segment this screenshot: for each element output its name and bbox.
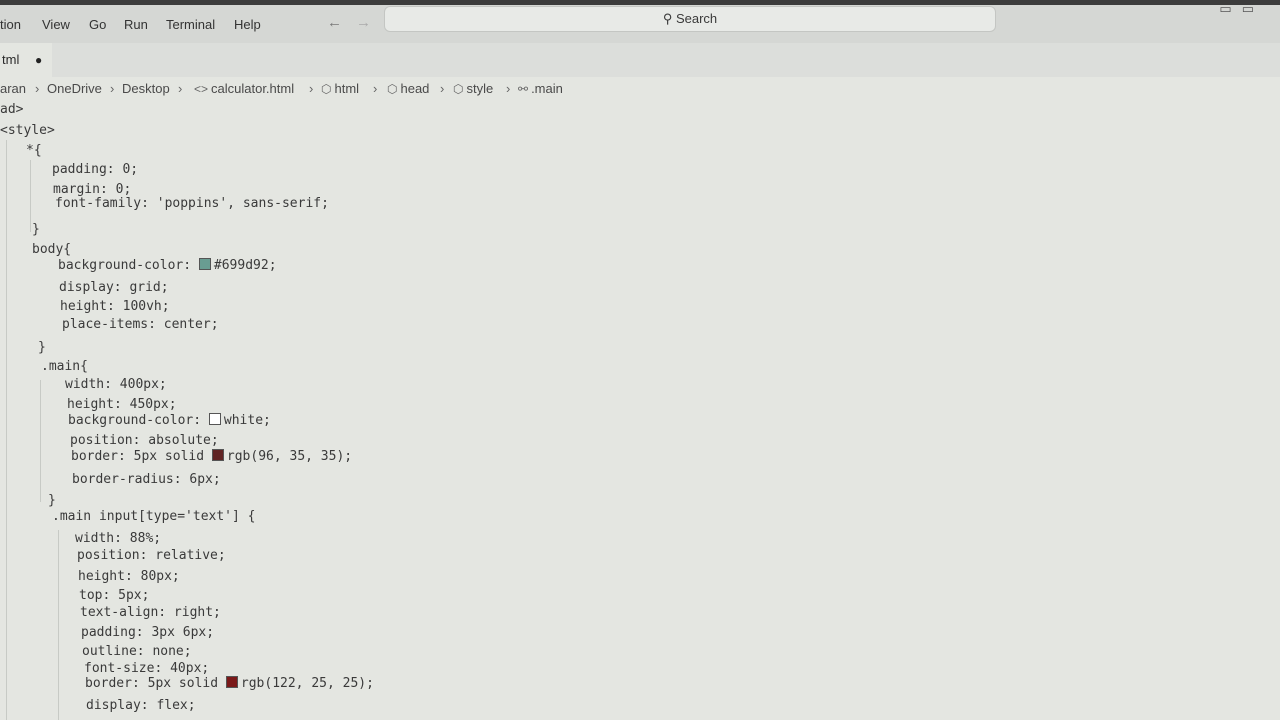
code-line: font-size: 40px; — [84, 661, 210, 676]
element-cube-icon: ⬡ — [321, 82, 332, 96]
breadcrumb-style[interactable]: ⬡ style — [453, 81, 493, 96]
code-line: *{ — [26, 143, 42, 158]
chevron-right-icon: › — [178, 81, 183, 96]
tab-calculator-html[interactable]: tml ● — [0, 43, 52, 77]
search-label: Search — [675, 11, 718, 26]
breadcrumb: aran › OneDrive › Desktop › <> calculator… — [0, 77, 1280, 99]
menu-terminal[interactable]: Terminal — [166, 17, 215, 32]
code-line: <style> — [0, 123, 55, 138]
chevron-right-icon: › — [309, 81, 314, 96]
code-editor[interactable]: ad> <style> *{ padding: 0; margin: 0; fo… — [0, 100, 1280, 720]
code-line: padding: 3px 6px; — [81, 625, 215, 640]
code-line: text-align: right; — [80, 605, 221, 620]
code-line: display: flex; — [86, 698, 196, 713]
breadcrumb-main[interactable]: ⚯ .main — [518, 81, 563, 96]
indent-guide — [30, 160, 31, 232]
tab-bar: tml ● — [0, 43, 1280, 77]
menu-view[interactable]: View — [42, 17, 70, 32]
menu-selection[interactable]: tion — [0, 17, 21, 32]
chevron-right-icon: › — [110, 81, 115, 96]
code-line: .main{ — [41, 359, 88, 374]
code-line: border: 5px solid rgb(96, 35, 35); — [71, 449, 353, 464]
element-cube-icon: ⬡ — [387, 82, 398, 96]
menu-run[interactable]: Run — [124, 17, 148, 32]
unsaved-dot-icon[interactable]: ● — [35, 43, 42, 77]
code-line: height: 450px; — [67, 397, 177, 412]
code-line: } — [48, 493, 56, 508]
color-swatch[interactable] — [198, 258, 211, 270]
color-swatch[interactable] — [225, 676, 238, 688]
code-line: } — [32, 222, 40, 237]
layout-icons[interactable]: ▭▭ — [1219, 1, 1264, 17]
code-line: ad> — [0, 102, 24, 117]
breadcrumb-html[interactable]: ⬡ html — [321, 81, 359, 96]
indent-guide — [40, 380, 41, 502]
code-line: position: absolute; — [70, 433, 219, 448]
code-line: padding: 0; — [52, 162, 139, 177]
breadcrumb-head[interactable]: ⬡ head — [387, 81, 429, 96]
code-line: width: 88%; — [75, 531, 162, 546]
forward-arrow-icon[interactable]: → — [356, 14, 371, 31]
code-line: background-color: #699d92; — [58, 258, 277, 273]
indent-guide — [58, 530, 59, 720]
title-bar: tion View Go Run Terminal Help ← → ⚲ Sea… — [0, 1, 1280, 43]
code-line: height: 80px; — [78, 569, 180, 584]
back-arrow-icon[interactable]: ← — [327, 14, 342, 31]
code-line: border-radius: 6px; — [72, 472, 221, 487]
code-line: height: 100vh; — [60, 299, 170, 314]
chevron-right-icon: › — [35, 81, 40, 96]
color-swatch[interactable] — [208, 413, 221, 425]
breadcrumb-file[interactable]: <> calculator.html — [194, 81, 294, 96]
menu-help[interactable]: Help — [234, 17, 261, 32]
chevron-right-icon: › — [506, 81, 511, 96]
color-swatch[interactable] — [211, 449, 224, 461]
breadcrumb-desktop[interactable]: Desktop — [122, 81, 170, 96]
menu-go[interactable]: Go — [89, 17, 106, 32]
code-line: margin: 0; — [53, 182, 132, 197]
code-line: outline: none; — [82, 644, 192, 659]
breadcrumb-user[interactable]: aran — [0, 81, 26, 96]
code-line: display: grid; — [59, 280, 169, 295]
selector-icon: ⚯ — [518, 82, 529, 96]
code-line: .main input[type='text'] { — [52, 509, 256, 524]
element-cube-icon: ⬡ — [453, 82, 464, 96]
code-line: background-color: white; — [68, 413, 271, 428]
breadcrumb-onedrive[interactable]: OneDrive — [47, 81, 102, 96]
tab-label: tml — [2, 52, 20, 67]
code-line: font-family: 'poppins', sans-serif; — [55, 196, 329, 211]
command-center-search[interactable]: ⚲ Search — [384, 6, 996, 32]
code-line: border: 5px solid rgb(122, 25, 25); — [85, 676, 374, 691]
code-line: top: 5px; — [79, 588, 150, 603]
indent-guide — [6, 140, 7, 720]
code-line: body{ — [32, 242, 72, 257]
code-line: } — [38, 340, 46, 355]
chevron-right-icon: › — [373, 81, 378, 96]
code-file-icon: <> — [194, 82, 209, 96]
code-line: place-items: center; — [62, 317, 219, 332]
chevron-right-icon: › — [440, 81, 445, 96]
code-line: position: relative; — [77, 548, 226, 563]
code-line: width: 400px; — [65, 377, 167, 392]
search-icon: ⚲ — [662, 11, 673, 26]
